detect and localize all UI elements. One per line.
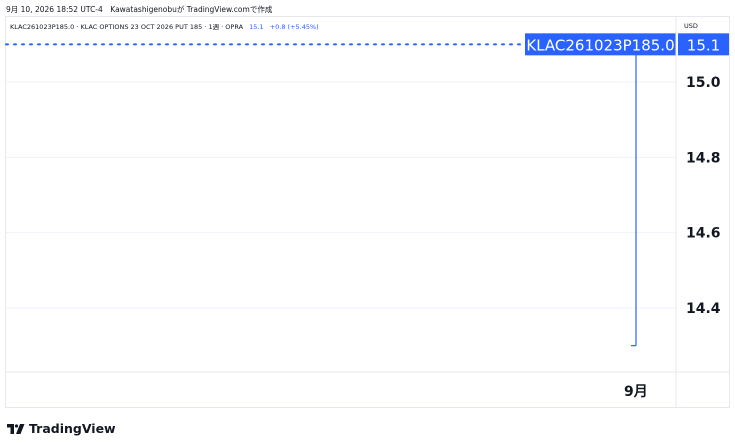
- y-tick-label-3: 14.4: [686, 301, 721, 317]
- y-tick-label-1: 14.8: [686, 150, 721, 166]
- y-tick-label-2: 14.6: [686, 226, 721, 242]
- y-tick-label-0: 15.0: [686, 75, 721, 91]
- series-name-label: KLAC261023P185.0: [526, 36, 674, 54]
- brand-logo[interactable]: TradingView: [7, 421, 116, 436]
- x-tick-label-0: 9月: [624, 384, 648, 400]
- tradingview-logo-icon: [7, 423, 25, 434]
- price-chart[interactable]: 15.0 14.8 14.6 14.4 9月 KLAC261023P185.0 15.1: [0, 0, 735, 446]
- last-price-label: 15.1: [687, 36, 720, 54]
- brand-name: TradingView: [29, 421, 116, 436]
